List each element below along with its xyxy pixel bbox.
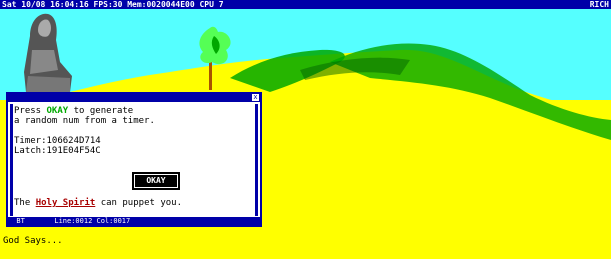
holy-text-pre: The — [14, 198, 36, 208]
okay-button[interactable]: OKAY — [132, 172, 180, 190]
top-right-label: RICH — [589, 0, 609, 9]
close-icon[interactable]: x — [252, 94, 259, 101]
top-status-bar: Sat 10/08 16:04:16 FPS:30 Mem:0020044E00… — [0, 0, 611, 9]
dialog-window: x Press OKAY to generate a random num fr… — [6, 92, 262, 227]
dialog-message: Press OKAY to generate a random num from… — [14, 106, 254, 156]
right-scrollbar[interactable] — [255, 104, 258, 216]
holy-spirit-line: The Holy Spirit can puppet you. — [14, 198, 182, 208]
system-status-text: Sat 10/08 16:04:16 FPS:30 Mem:0020044E00… — [2, 0, 224, 9]
dialog-title-bar[interactable]: x — [8, 94, 260, 102]
holy-text-post: can puppet you. — [95, 198, 182, 208]
message-text-post: to generate — [68, 106, 134, 116]
holy-spirit-link[interactable]: Holy Spirit — [36, 198, 96, 208]
left-scrollbar[interactable] — [10, 104, 13, 216]
okay-link[interactable]: OKAY — [47, 106, 69, 116]
dialog-status-bar: BT Line:0012 Col:0017 — [8, 217, 260, 225]
message-text-pre: Press — [14, 106, 47, 116]
latch-value: Latch:191E04F54C — [14, 146, 101, 156]
timer-value: Timer:106624D714 — [14, 136, 101, 146]
message-text-line2: a random num from a timer. — [14, 116, 155, 126]
god-says-prompt: God Says... — [3, 236, 63, 246]
